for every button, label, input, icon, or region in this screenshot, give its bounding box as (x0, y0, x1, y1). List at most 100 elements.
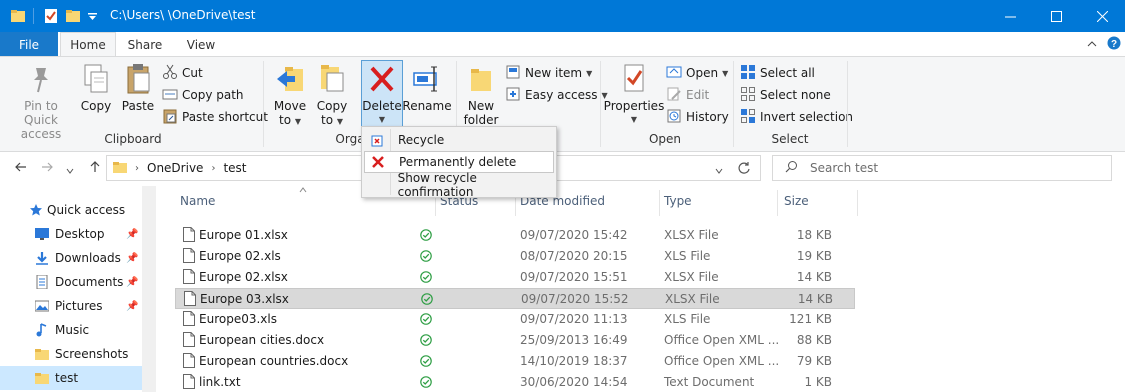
search-box[interactable]: Search test (772, 155, 1112, 181)
file-row[interactable]: Europe 02.xlsx 09/07/2020 15:51 XLSX File 1… (175, 267, 855, 288)
back-arrow-icon[interactable] (14, 160, 28, 178)
edit-button[interactable]: Edit (666, 85, 709, 105)
move-to-button[interactable]: Move to ▼ (271, 61, 309, 129)
chevron-down-icon: ▼ (722, 68, 729, 78)
music-icon (34, 322, 50, 338)
sidebar-scrollbar[interactable] (142, 186, 156, 392)
sidebar-item-label: Downloads (55, 251, 121, 265)
sync-status-check-icon (420, 313, 432, 328)
tab-view[interactable]: View (176, 32, 226, 57)
menu-item-permanently-delete[interactable]: Permanently delete (364, 151, 554, 173)
open-button[interactable]: Open ▼ (666, 63, 728, 83)
red-x-icon (365, 155, 391, 169)
copy-to-button[interactable]: Copy to ▼ (313, 61, 351, 129)
folder-icon (34, 346, 50, 362)
paste-shortcut-button[interactable]: Paste shortcut (162, 107, 268, 127)
menu-item-recycle[interactable]: Recycle (364, 129, 554, 151)
new-folder-quick-icon[interactable] (66, 9, 80, 26)
sort-arrow-icon (299, 186, 307, 195)
pin-to-quick-access-button[interactable]: Pin to Quick access (6, 61, 76, 141)
sidebar-item-quick-access[interactable]: Quick access (0, 198, 142, 222)
properties-quick-icon[interactable] (44, 9, 58, 26)
file-name: Europe 01.xlsx (199, 228, 288, 242)
file-row[interactable]: Europe 02.xls 08/07/2020 20:15 XLS File 19 … (175, 246, 855, 267)
file-row[interactable]: European cities.docx 25/09/2013 16:49 Offi… (175, 330, 855, 351)
breadcrumb-onedrive[interactable]: OneDrive (147, 161, 203, 175)
file-type: XLS File (664, 312, 711, 326)
maximize-button[interactable] (1033, 0, 1079, 32)
new-folder-button[interactable]: New folder (461, 61, 501, 127)
sidebar-item-screenshots[interactable]: Screenshots (0, 342, 142, 366)
file-date-modified: 14/10/2019 18:37 (520, 354, 628, 368)
file-icon (183, 311, 195, 329)
delete-label: Delete (362, 99, 402, 113)
file-row[interactable]: Europe03.xls 09/07/2020 11:13 XLS File 121 … (175, 309, 855, 330)
file-icon (183, 374, 195, 392)
close-button[interactable] (1079, 0, 1125, 32)
copy-button[interactable]: Copy (78, 61, 114, 113)
sync-status-check-icon (420, 229, 432, 244)
copy-path-button[interactable]: Copy path (162, 85, 244, 105)
file-date-modified: 09/07/2020 11:13 (520, 312, 628, 326)
menu-item-show-recycle-confirmation[interactable]: Show recycle confirmation (364, 171, 554, 199)
sidebar-item-desktop[interactable]: Desktop 📌 (0, 222, 142, 246)
sidebar-item-downloads[interactable]: Downloads 📌 (0, 246, 142, 270)
new-folder-icon (464, 61, 498, 97)
help-icon[interactable]: ? (1107, 36, 1121, 53)
sidebar-item-music[interactable]: Music (0, 318, 142, 342)
delete-button[interactable]: Delete ▼ (361, 60, 403, 128)
column-header-type[interactable]: Type (664, 194, 692, 208)
copy-to-label-1: Copy (316, 99, 348, 113)
edit-icon (666, 86, 682, 105)
select-all-button[interactable]: Select all (740, 63, 815, 83)
pin-icon (24, 61, 58, 97)
chevron-down-icon: ▼ (586, 68, 593, 78)
refresh-icon[interactable] (737, 161, 751, 178)
folder-icon (11, 9, 25, 26)
sidebar-item-documents[interactable]: Documents 📌 (0, 270, 142, 294)
file-name: link.txt (199, 375, 241, 389)
history-button[interactable]: History (666, 107, 729, 127)
file-row[interactable]: Europe 01.xlsx 09/07/2020 15:42 XLSX File 1… (175, 225, 855, 246)
cut-button[interactable]: Cut (162, 63, 203, 83)
paste-button[interactable]: Paste (118, 61, 158, 113)
folder-icon (113, 160, 127, 177)
collapse-ribbon-icon[interactable] (1087, 38, 1097, 52)
new-item-button[interactable]: New item ▼ (505, 63, 592, 83)
select-none-button[interactable]: Select none (740, 85, 831, 105)
pin-icon: 📌 (126, 300, 139, 312)
tab-share[interactable]: Share (120, 32, 170, 57)
search-input[interactable]: Search test (810, 161, 878, 175)
rename-button[interactable]: Rename (402, 61, 452, 113)
file-row[interactable]: European countries.docx 14/10/2019 18:37 O… (175, 351, 855, 372)
navigation-pane: Quick access Desktop 📌 Downloads 📌 Docum… (0, 186, 156, 392)
easy-access-label: Easy access (525, 88, 598, 102)
tab-file[interactable]: File (0, 32, 58, 57)
sync-status-check-icon (420, 334, 432, 349)
tab-home[interactable]: Home (60, 32, 116, 57)
minimize-button[interactable] (987, 0, 1033, 32)
sync-status-check-icon (421, 293, 433, 308)
file-row[interactable]: link.txt 30/06/2020 14:54 Text Document 1 K… (175, 372, 855, 392)
address-dropdown-icon[interactable] (715, 164, 723, 178)
file-list: Name Status Date modified Type Size Euro… (156, 186, 1125, 392)
invert-selection-button[interactable]: Invert selection (740, 107, 853, 127)
column-header-size[interactable]: Size (784, 194, 809, 208)
file-row[interactable]: Europe 03.xlsx 09/07/2020 15:52 XLSX File 1… (175, 288, 855, 309)
sidebar-item-test[interactable]: test (0, 366, 142, 390)
delete-icon (365, 61, 399, 97)
properties-button[interactable]: Properties ▼ (604, 61, 664, 127)
file-type: Office Open XML ... (664, 354, 780, 368)
recent-locations-icon[interactable] (66, 163, 74, 179)
clipboard-group-label: Clipboard (104, 132, 162, 146)
group-separator (733, 61, 734, 147)
breadcrumb-test[interactable]: test (223, 161, 246, 175)
sidebar-item-pictures[interactable]: Pictures 📌 (0, 294, 142, 318)
move-to-label-1: Move (273, 99, 307, 113)
easy-access-button[interactable]: Easy access ▼ (505, 85, 608, 105)
copy-icon (79, 61, 113, 97)
customize-quick-access-icon[interactable] (88, 11, 97, 25)
forward-arrow-icon[interactable] (40, 160, 54, 178)
column-header-name[interactable]: Name (180, 194, 215, 208)
up-arrow-icon[interactable] (88, 160, 102, 178)
